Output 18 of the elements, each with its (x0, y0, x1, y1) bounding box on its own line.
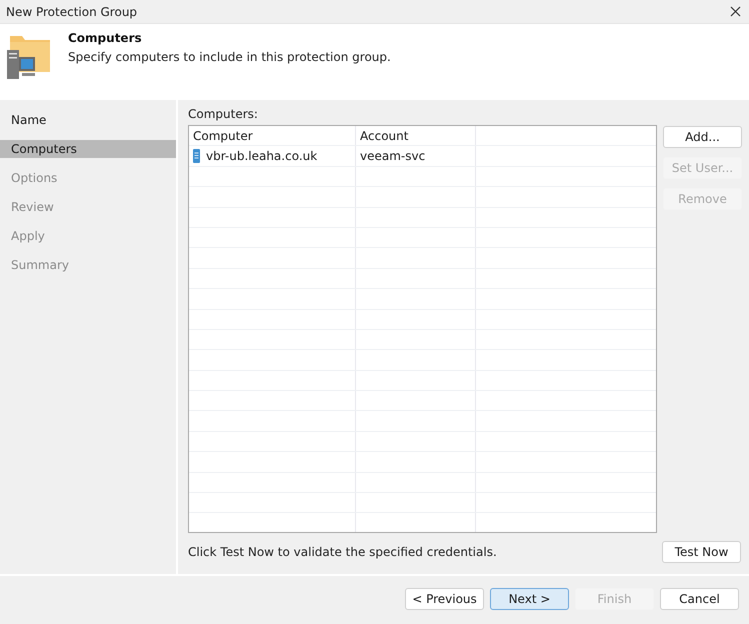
page-description: Specify computers to include in this protection group. (68, 50, 391, 64)
wizard-step[interactable]: Name (0, 111, 176, 129)
table-cell: vbr-ub.leaha.co.uk (206, 149, 318, 164)
server-icon (193, 149, 200, 164)
table-cell: veeam-svc (360, 149, 426, 164)
side-button[interactable]: Add... (663, 126, 742, 148)
footer-button[interactable]: < Previous (405, 588, 484, 610)
close-icon[interactable] (730, 6, 741, 17)
computers-label: Computers: (188, 107, 259, 123)
page-heading: Computers (68, 31, 143, 45)
column-header[interactable]: Computer (189, 126, 356, 146)
wizard-step[interactable]: Computers (0, 140, 176, 158)
test-now-button[interactable]: Test Now (662, 541, 741, 563)
footer-button[interactable]: Cancel (660, 588, 739, 610)
window-title: New Protection Group (6, 4, 138, 18)
column-header[interactable]: Account (356, 126, 476, 146)
hint-text: Click Test Now to validate the specified credentials. (188, 545, 497, 559)
footer-button[interactable]: Next > (490, 588, 569, 610)
